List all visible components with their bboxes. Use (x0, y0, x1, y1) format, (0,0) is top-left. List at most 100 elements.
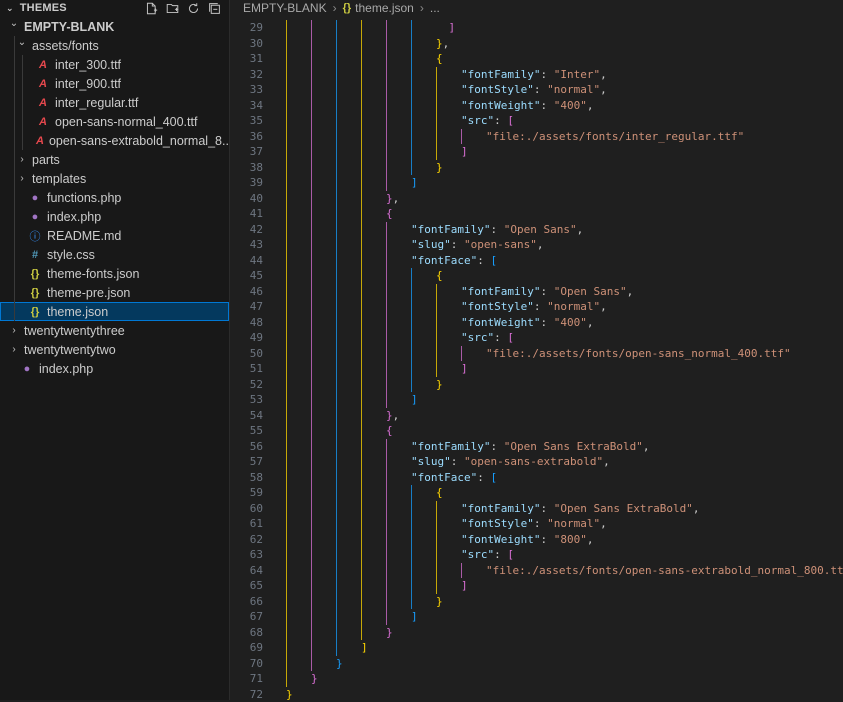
chevron-right-icon[interactable]: › (8, 344, 20, 355)
tree-item[interactable]: ›parts (0, 150, 229, 169)
code-text: ] (461, 361, 468, 377)
explorer-header[interactable]: ⌄ THEMES (0, 0, 229, 16)
tree-item[interactable]: {}theme-fonts.json (0, 264, 229, 283)
tree-item[interactable]: ⌄EMPTY-BLANK (0, 17, 229, 36)
collapse-all-icon[interactable] (207, 1, 221, 15)
code-token: "src" (461, 114, 494, 127)
indent-guide (336, 361, 337, 377)
line-number: 66 (230, 594, 263, 610)
indent-guide (336, 516, 337, 532)
indent-guide (311, 51, 312, 67)
indent-guide (311, 237, 312, 253)
code-token: "fontFace" (411, 471, 477, 484)
indent-guide (361, 594, 362, 610)
indent-guide (311, 98, 312, 114)
line-number: 31 (230, 51, 263, 67)
indent-guide (361, 129, 362, 145)
tree-item[interactable]: ⌄assets/fonts (0, 36, 229, 55)
tree-item[interactable]: ⓘREADME.md (0, 226, 229, 245)
code-line: 35"src": [ (230, 113, 843, 129)
tree-item[interactable]: Ainter_900.ttf (0, 74, 229, 93)
code-line: 41{ (230, 206, 843, 222)
new-file-icon[interactable] (144, 1, 158, 15)
indent-guide (286, 206, 287, 222)
font-file-icon: A (36, 116, 50, 128)
indent-guide (386, 268, 387, 284)
line-number: 40 (230, 191, 263, 207)
tree-item[interactable]: Aopen-sans-extrabold_normal_8... (0, 131, 229, 150)
tree-item[interactable]: {}theme-pre.json (0, 283, 229, 302)
code-token: [ (507, 114, 514, 127)
indent-guide (411, 51, 412, 67)
indent-guide (361, 485, 362, 501)
indent-guide (311, 578, 312, 594)
code-token: [ (490, 471, 497, 484)
indent-guide (22, 112, 23, 131)
tree-item[interactable]: ›twentytwentythree (0, 321, 229, 340)
indent-guide (336, 51, 337, 67)
code-line: 67] (230, 609, 843, 625)
indent-guide (286, 423, 287, 439)
indent-guide (361, 330, 362, 346)
refresh-icon[interactable] (186, 1, 200, 15)
line-number: 54 (230, 408, 263, 424)
indent-guide (411, 82, 412, 98)
breadcrumb-more[interactable]: ... (430, 1, 440, 15)
indent-guide (386, 454, 387, 470)
code-token: "src" (461, 331, 494, 344)
tree-item[interactable]: Ainter_regular.ttf (0, 93, 229, 112)
tree-item[interactable]: #style.css (0, 245, 229, 264)
code-token: "fontStyle" (461, 517, 534, 530)
tree-item[interactable]: ●functions.php (0, 188, 229, 207)
indent-guide (286, 532, 287, 548)
indent-guide (311, 361, 312, 377)
code-line: 44"fontFace": [ (230, 253, 843, 269)
tree-item[interactable]: Ainter_300.ttf (0, 55, 229, 74)
chevron-right-icon[interactable]: › (8, 325, 20, 336)
tree-item[interactable]: ›twentytwentytwo (0, 340, 229, 359)
code-line: 45{ (230, 268, 843, 284)
code-editor[interactable]: 29]30},31{32"fontFamily": "Inter",33"fon… (230, 20, 843, 702)
chevron-right-icon[interactable]: › (16, 154, 28, 165)
indent-guide (286, 470, 287, 486)
tree-item[interactable]: ›templates (0, 169, 229, 188)
line-number: 59 (230, 485, 263, 501)
indent-guide (386, 547, 387, 563)
indent-guide (461, 129, 462, 145)
line-number: 67 (230, 609, 263, 625)
tree-item[interactable]: ●index.php (0, 359, 229, 378)
code-token: ] (411, 610, 418, 623)
indent-guide (336, 423, 337, 439)
breadcrumb-folder[interactable]: EMPTY-BLANK (243, 1, 327, 15)
tree-item[interactable]: ●index.php (0, 207, 229, 226)
indent-guide (336, 563, 337, 579)
tree-item[interactable]: Aopen-sans-normal_400.ttf (0, 112, 229, 131)
code-token: ] (461, 362, 468, 375)
line-number: 43 (230, 237, 263, 253)
chevron-down-icon[interactable]: ⌄ (6, 3, 14, 14)
indent-guide (311, 377, 312, 393)
chevron-down-icon[interactable]: ⌄ (8, 18, 20, 29)
new-folder-icon[interactable] (165, 1, 179, 15)
indent-guide (411, 299, 412, 315)
code-line: 47"fontStyle": "normal", (230, 299, 843, 315)
code-text: "fontFamily": "Open Sans", (461, 284, 633, 300)
indent-guide (411, 330, 412, 346)
indent-guide (386, 160, 387, 176)
indent-guide (386, 346, 387, 362)
code-line: 58"fontFace": [ (230, 470, 843, 486)
tree-item[interactable]: {}theme.json (0, 302, 229, 321)
indent-guide (311, 299, 312, 315)
file-tree: ⌄EMPTY-BLANK⌄assets/fontsAinter_300.ttfA… (0, 17, 229, 378)
line-number: 37 (230, 144, 263, 160)
indent-guide (286, 67, 287, 83)
code-token: } (311, 672, 318, 685)
line-number: 41 (230, 206, 263, 222)
chevron-down-icon[interactable]: ⌄ (16, 37, 28, 48)
chevron-right-icon[interactable]: › (16, 173, 28, 184)
indent-guide (386, 594, 387, 610)
indent-guide (361, 222, 362, 238)
breadcrumb-file[interactable]: theme.json (355, 1, 414, 15)
indent-guide (386, 67, 387, 83)
code-line: 51] (230, 361, 843, 377)
